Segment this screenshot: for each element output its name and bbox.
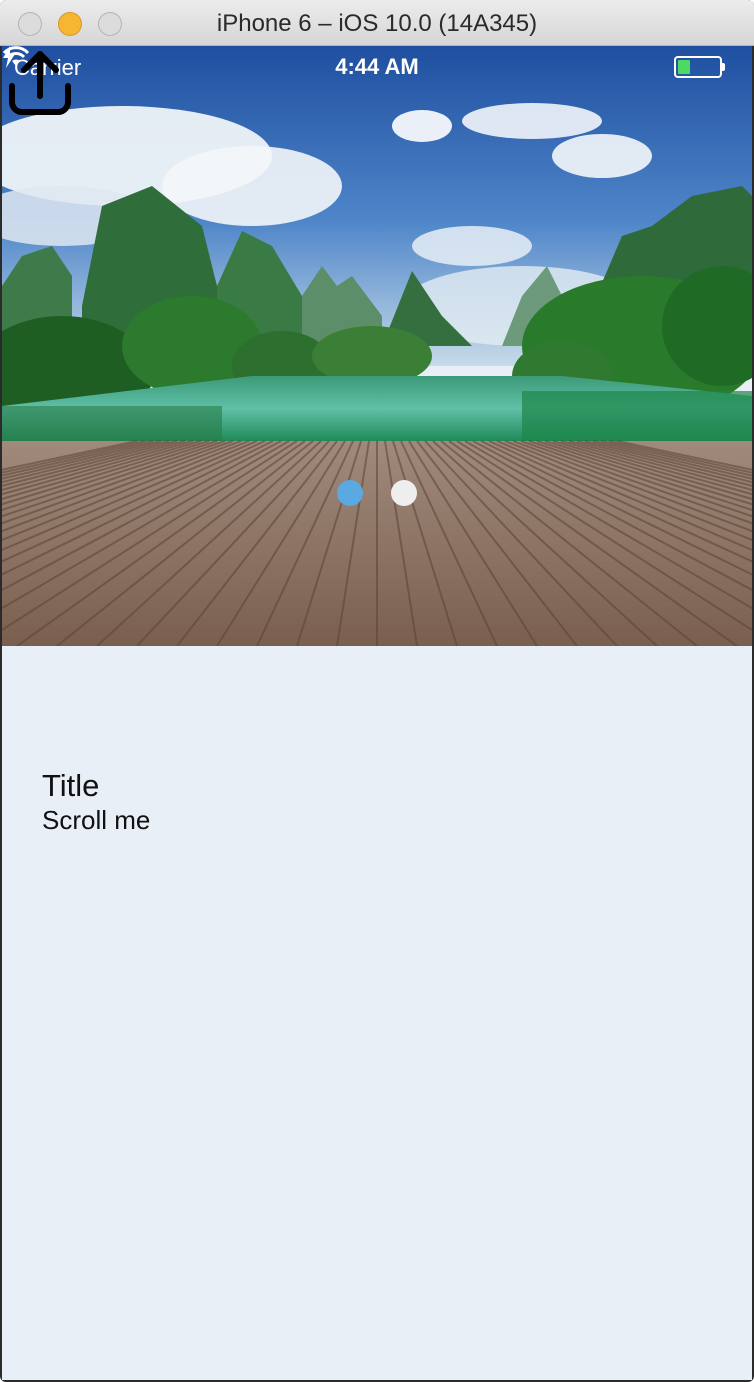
status-time: 4:44 AM [335, 54, 419, 79]
content-subtitle: Scroll me [42, 805, 151, 835]
device-screen: Carrier 4:44 AM Title Scroll me [2, 46, 752, 1380]
battery-nub [722, 63, 725, 71]
page-indicator-dot[interactable] [337, 480, 363, 506]
title-bar: iPhone 6 – iOS 10.0 (14A345) [0, 0, 754, 46]
battery-level [678, 60, 690, 74]
status-bar: Carrier 4:44 AM [2, 46, 752, 86]
header-image[interactable]: Carrier 4:44 AM [2, 46, 752, 646]
landscape-image [2, 46, 752, 646]
simulator-window: iPhone 6 – iOS 10.0 (14A345) Carrier 4:4… [0, 0, 754, 1382]
share-icon[interactable] [2, 46, 78, 122]
content-title: Title [42, 768, 100, 803]
battery-icon [674, 56, 722, 78]
window-title: iPhone 6 – iOS 10.0 (14A345) [216, 10, 538, 37]
page-indicator-dot[interactable] [391, 480, 417, 506]
content-area: Title Scroll me [42, 768, 150, 836]
